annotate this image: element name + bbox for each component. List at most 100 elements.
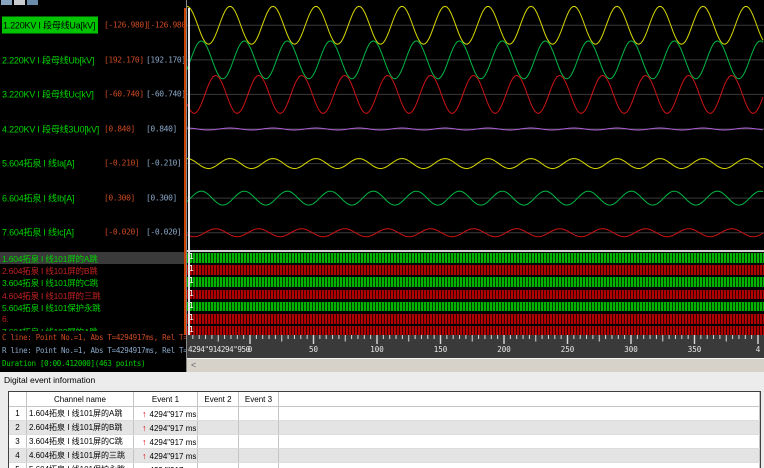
analog-channel-name: 3.220KV I 段母线Uc[kV]	[2, 89, 94, 100]
header-filler	[278, 392, 760, 407]
digital-channel-name: 6.	[2, 314, 9, 324]
analog-channel-name: 6.604拓泉 I 线Ib[A]	[2, 193, 75, 204]
r-line-status: R line: Point No.=1, Abs T=4294917ms, Re…	[2, 346, 187, 355]
digital-channel-row[interactable]: 6.	[0, 313, 187, 325]
waveform-plot-area[interactable]: 1111111	[187, 0, 764, 335]
analog-channel-row[interactable]: 7.604拓泉 I 线Ic[A] [-0.020] [-0.020]	[0, 215, 187, 249]
event3-cell	[238, 434, 279, 449]
c-cursor-value: [-0.020]	[104, 227, 140, 237]
r-cursor-line[interactable]	[188, 8, 190, 335]
digital-trace-bar: 1	[187, 313, 764, 324]
channel-name-cell: 3.604拓泉 I 线101屏的C跳	[26, 434, 134, 449]
ruler-time-label: 150	[433, 345, 448, 354]
duration-status: Duration [0:00.412000](463 points)	[2, 359, 146, 368]
table-row[interactable]: 1 1.604拓泉 I 线101屏的A跳 ↑ 4294"917 ms	[9, 406, 760, 421]
filler-cell	[278, 462, 760, 468]
event1-cell: ↑4294"917 ms	[133, 462, 198, 468]
analog-channel-row[interactable]: 3.220KV I 段母线Uc[kV] [-60.740] [-60.740]	[0, 77, 187, 111]
channel-list-panel: 1.220KV I 段母线Ua[kV] [-126.980] [-126.980] 2…	[0, 0, 187, 372]
toolbar-button-icon[interactable]	[27, 0, 38, 5]
table-row[interactable]: 55.604拓泉 I 线101保护永跳↑4294"917 ms	[9, 462, 760, 468]
digital-event-info-title: Digital event information	[4, 375, 96, 385]
event2-cell	[197, 462, 239, 468]
event1-cell: ↑4294"917 ms	[133, 420, 198, 435]
event3-cell	[238, 448, 279, 463]
event1-cell: ↑4294"917 ms	[133, 406, 198, 421]
row-number-cell: 1	[9, 406, 27, 421]
channel-name-cell: 5.604拓泉 I 线101保护永跳	[26, 462, 134, 468]
event1-time: 4294"917 ms	[149, 409, 197, 419]
analog-channel-row[interactable]: 5.604拓泉 I 线Ia[A] [-0.210] [-0.210]	[0, 146, 187, 180]
cursor-status-panel: C line: Point No.=1, Abs T=4294917ms, Re…	[0, 331, 187, 372]
c-cursor-value: [-60.740]	[104, 89, 144, 99]
ruler-time-label: 50	[308, 345, 319, 354]
digital-trace-bar: 1	[187, 264, 764, 275]
digital-channel-row[interactable]: 2.604拓泉 I 线101屏的B跳	[0, 264, 187, 276]
event1-cell: ↑4294"917 ms	[133, 448, 198, 463]
header-index	[9, 392, 27, 407]
header-event-1: Event 1	[133, 392, 198, 407]
c-cursor-line[interactable]	[184, 8, 186, 335]
table-header-row: Channel name Event 1 Event 2 Event 3	[9, 392, 760, 407]
analog-channel-name: 7.604拓泉 I 线Ic[A]	[2, 227, 74, 238]
trip-rising-edge-icon: ↑	[142, 436, 147, 447]
digital-channel-row[interactable]: 3.604拓泉 I 线101屏的C跳	[0, 276, 187, 288]
digital-channel-row[interactable]: 5.604拓泉 I 线101保护永跳	[0, 301, 187, 313]
r-cursor-value: [-60.740]	[146, 89, 186, 99]
channel-name-cell: 4.604拓泉 I 线101屏的三跳	[26, 448, 134, 463]
trip-rising-edge-icon: ↑	[142, 408, 147, 419]
digital-channel-row[interactable]: 4.604拓泉 I 线101屏的三跳	[0, 289, 187, 301]
event1-cell: ↑4294"917 ms	[133, 434, 198, 449]
digital-channel-name: 5.604拓泉 I 线101保护永跳	[2, 302, 101, 313]
table-row[interactable]: 3 3.604拓泉 I 线101屏的C跳 ↑ 4294"917 ms	[9, 434, 760, 449]
panel-splitter[interactable]	[186, 0, 187, 372]
toolbar-button-icon[interactable]	[14, 0, 25, 5]
digital-channel-row[interactable]: 1.604拓泉 I 线101屏的A跳	[0, 252, 187, 264]
ruler-time-label: 200	[497, 345, 511, 354]
row-number-cell: 3	[9, 434, 27, 449]
table-row[interactable]: 2 2.604拓泉 I 线101屏的B跳 ↑ 4294"917 ms	[9, 420, 760, 435]
event2-cell	[197, 406, 239, 421]
filler-cell	[278, 448, 760, 463]
waveform-viewer-window: 1.220KV I 段母线Ua[kV] [-126.980] [-126.980] 2…	[0, 0, 764, 468]
event2-cell	[197, 448, 239, 463]
digital-channel-name: 3.604拓泉 I 线101屏的C跳	[2, 278, 99, 289]
ruler-time-label: 4	[755, 345, 761, 354]
event1-time: 4294"917 ms	[149, 423, 197, 433]
analog-channel-row[interactable]: 6.604拓泉 I 线Ib[A] [0.300] [0.300]	[0, 181, 187, 215]
digital-trace-bar: 1	[187, 289, 764, 300]
event3-cell	[238, 420, 279, 435]
digital-event-table: Channel name Event 1 Event 2 Event 3 1 1.…	[8, 391, 761, 468]
analog-channel-name: 5.604拓泉 I 线Ia[A]	[2, 158, 75, 169]
filler-cell	[278, 434, 760, 449]
header-channel-name: Channel name	[26, 392, 134, 407]
r-cursor-value: [-0.210]	[146, 158, 182, 168]
ruler-time-label: 300	[624, 345, 638, 354]
digital-trace-bar: 1	[187, 252, 764, 263]
c-cursor-value: [-126.980]	[104, 20, 149, 30]
event2-cell	[197, 434, 239, 449]
analog-channel-row[interactable]: 1.220KV I 段母线Ua[kV] [-126.980] [-126.980]	[0, 8, 187, 42]
time-ruler[interactable]: 4294"914294"950 0 50 100 150 200 250 300 350 4	[187, 335, 764, 358]
event3-cell	[238, 462, 279, 468]
toolbar-button-icon[interactable]	[1, 0, 12, 5]
header-event-2: Event 2	[197, 392, 239, 407]
horizontal-scrollbar[interactable]: <	[187, 358, 764, 372]
analog-channel-row[interactable]: 2.220KV I 段母线Ub[kV] [192.170] [192.170]	[0, 43, 187, 77]
digital-trace-bar: 1	[187, 276, 764, 287]
ruler-time-label: 0	[247, 345, 253, 354]
r-cursor-value: [0.300]	[146, 193, 177, 203]
scrollbar-left-arrow-icon[interactable]: <	[191, 360, 196, 371]
event2-cell	[197, 420, 239, 435]
ruler-ticks	[192, 335, 759, 344]
ruler-time-label: 250	[560, 345, 575, 354]
digital-trace-bar: 1	[187, 325, 764, 335]
analog-channel-name: 2.220KV I 段母线Ub[kV]	[2, 55, 95, 66]
table-row[interactable]: 4 4.604拓泉 I 线101屏的三跳 ↑ 4294"917 ms	[9, 448, 760, 463]
analog-channel-row[interactable]: 4.220KV I 段母线3U0[kV] [0.840] [0.840]	[0, 112, 187, 146]
r-cursor-value: [-0.020]	[146, 227, 182, 237]
c-cursor-value: [192.170]	[104, 55, 144, 65]
channel-name-cell: 1.604拓泉 I 线101屏的A跳	[26, 406, 134, 421]
analog-channel-name: 1.220KV I 段母线Ua[kV]	[2, 16, 99, 34]
digital-channel-name: 4.604拓泉 I 线101屏的三跳	[2, 290, 101, 301]
